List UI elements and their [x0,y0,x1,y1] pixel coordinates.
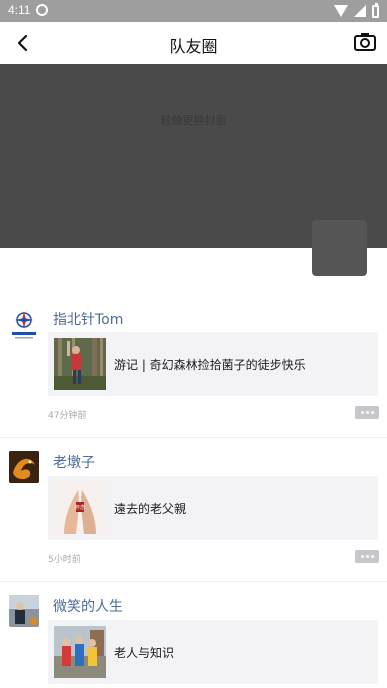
post-author[interactable]: 微笑的人生 [53,596,123,616]
camera-button[interactable] [353,31,377,53]
avatar[interactable] [9,451,39,483]
battery-icon [372,2,379,18]
divider [0,581,387,582]
post-author[interactable]: 老墩子 [53,452,95,472]
dot-icon [370,411,374,414]
share-title: 游记 | 奇幻森林捡拾菌子的徒步快乐 [114,358,306,372]
share-thumbnail [54,338,106,390]
wifi-icon [334,5,348,17]
signal-icon [354,5,366,17]
dot-icon [360,555,364,558]
share-thumbnail: 怀念 [54,482,106,534]
dot-icon [365,555,369,558]
share-thumbnail [54,626,106,678]
compass-logo-icon [12,311,36,339]
share-card[interactable]: 怀念 遠去的老父親 [48,476,378,540]
dragon-avatar-icon [9,451,39,483]
camera-icon [354,33,376,51]
my-avatar[interactable] [312,220,367,276]
person-avatar-icon [9,595,39,627]
status-bar: 4:11 [0,0,387,22]
divider [0,437,387,438]
status-time: 4:11 [8,3,31,17]
share-card[interactable]: 游记 | 奇幻森林捡拾菌子的徒步快乐 [48,332,378,396]
header-bar: 队友圈 [0,22,387,64]
cover-hint: 轻触更换封面 [160,114,227,127]
share-card[interactable]: 老人与知识 [48,620,378,684]
page-title: 队友圈 [169,37,218,56]
dot-icon [365,411,369,414]
sync-icon [36,4,48,16]
dot-icon [370,555,374,558]
avatar[interactable] [9,309,39,341]
post-author[interactable]: 指北针Tom [53,309,123,329]
post-time: 5小时前 [48,555,81,565]
share-title: 老人与知识 [114,646,175,660]
more-options-button[interactable] [355,406,379,419]
share-title: 遠去的老父親 [114,502,187,516]
status-icons [334,2,379,18]
post-time: 47分钟前 [48,411,87,421]
dot-icon [360,411,364,414]
avatar[interactable] [9,595,39,627]
svg-text:怀念: 怀念 [75,504,85,511]
more-options-button[interactable] [355,550,379,563]
